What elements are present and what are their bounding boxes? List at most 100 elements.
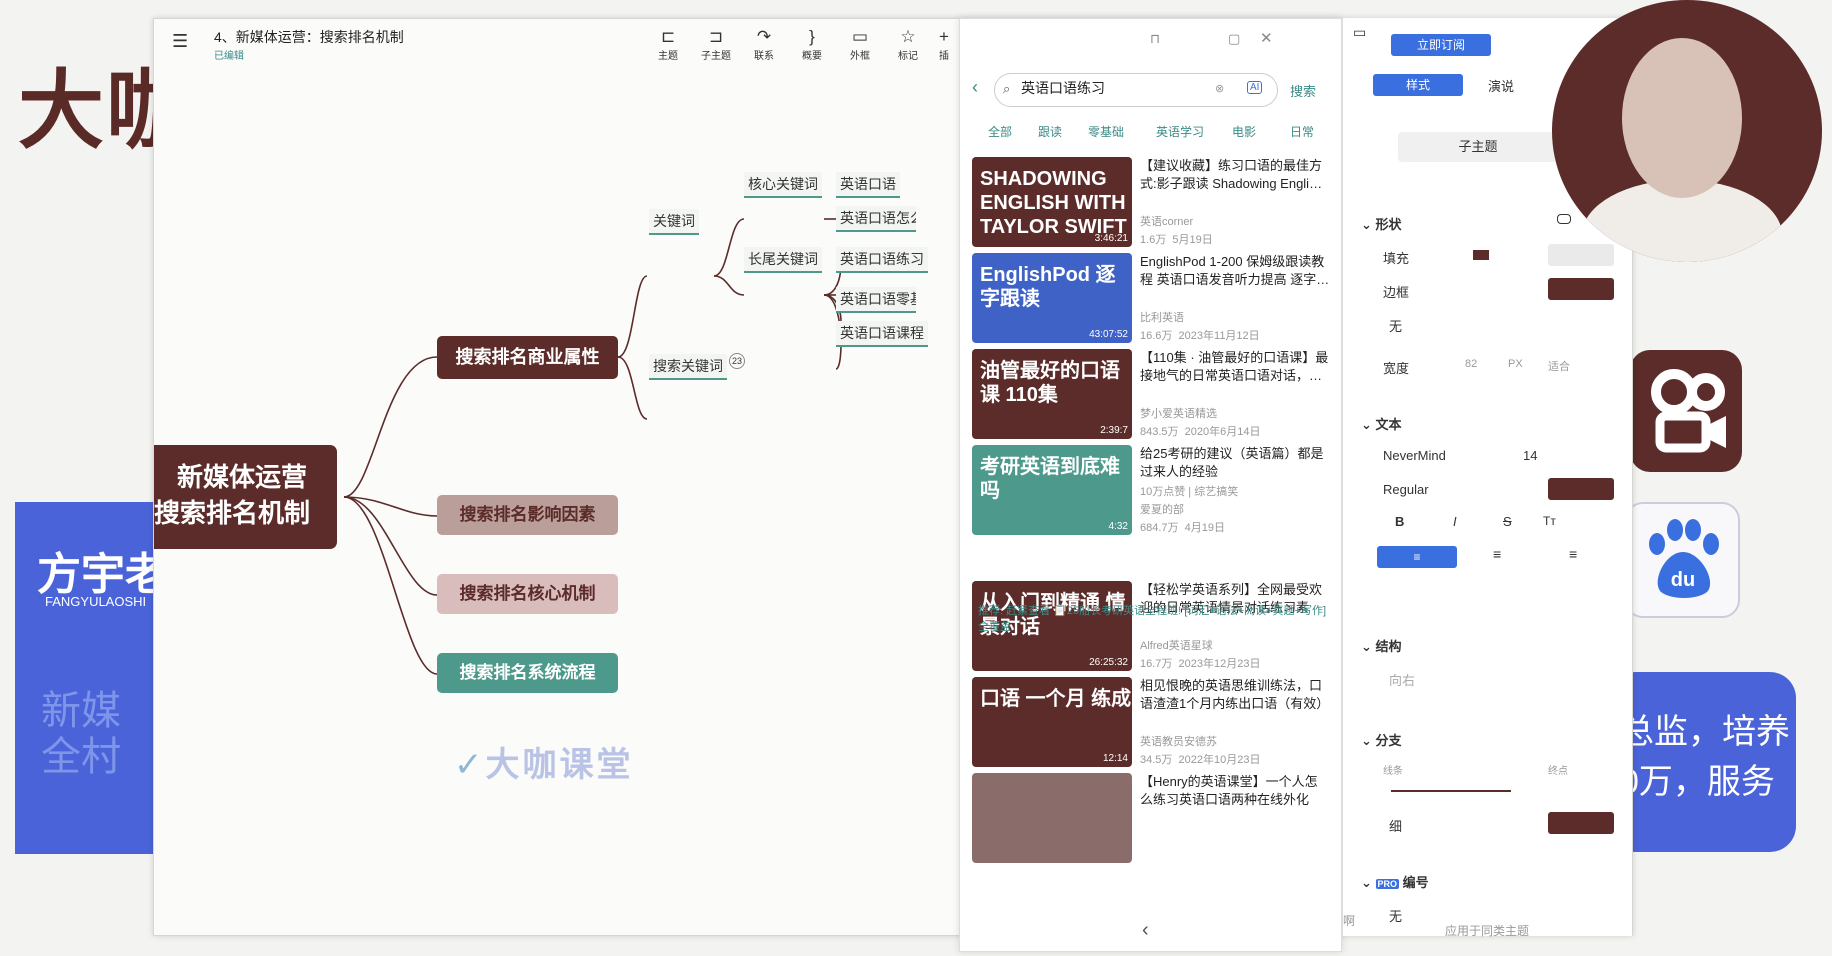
watermark-logo: ✓大咖课堂 [454,746,634,784]
video-duration: 4:32 [1108,521,1128,532]
presenter-face [1622,38,1742,198]
central-topic[interactable]: 新媒体运营 搜索排名机制 [154,445,337,549]
video-title[interactable]: 相见恨晚的英语思维训练法，口语渣渣1个月内练出口语（有效） [1140,677,1330,713]
topic-core-keyword[interactable]: 核心关键词 [744,172,822,198]
section-branch[interactable]: ⌄ 分支 [1361,730,1402,749]
line-label: 线条 [1383,766,1403,777]
category-english-learning[interactable]: 英语学习 [1156,123,1204,140]
video-card[interactable]: 【Henry的英语课堂】一个人怎么练习英语口语两种在线外化时… [972,773,1332,869]
leaf-course[interactable]: 英语口语课程 [836,321,928,347]
topic-keyword[interactable]: 关键词 [649,209,699,235]
video-title[interactable]: 【Henry的英语课堂】一个人怎么练习英语口语两种在线外化时… [1140,773,1330,809]
width-label: 宽度 [1383,361,1410,376]
align-left-icon[interactable]: ≡ [1377,546,1457,568]
video-card[interactable]: 油管最好的口语课 110集 2:39:7 【110集 · 油管最好的口语课】最接地气… [972,349,1332,445]
video-author[interactable]: 比利英语 [1140,309,1184,325]
video-card[interactable]: 口语 一个月 练成 12:14 相见恨晚的英语思维训练法，口语渣渣1个月内练出口语（… [972,677,1332,773]
width-value[interactable]: 82 [1465,358,1477,370]
video-thumbnail[interactable]: 口语 一个月 练成 12:14 [972,677,1132,767]
section-text[interactable]: ⌄ 文本 [1361,414,1402,433]
video-card[interactable]: 考研英语到底难吗 4:32 给25考研的建议（英语篇）都是过来人的经验 10万点赞 |… [972,445,1332,541]
category-daily[interactable]: 日常 [1290,123,1314,140]
apply-similar-button[interactable]: 应用于同类主题 [1445,922,1529,939]
search-input[interactable] [1021,80,1221,96]
font-family-select[interactable]: NeverMind [1383,448,1446,463]
width-fit[interactable]: 适合 [1548,358,1570,374]
clear-icon[interactable]: ⊗ [1215,82,1224,95]
thumbnail-text: 口语 一个月 练成 [980,688,1132,710]
recommend-banner[interactable]: 推荐: 赶紧查看 📋25船长考研英语全程班! [词汇+语法+阅读+真题+写作]全… [978,603,1328,635]
leaf-how-to-practice[interactable]: 英语口语怎么练 [836,206,916,232]
slide-card-name: 方宇老 [37,550,169,599]
border-style-select[interactable]: 无 [1389,316,1402,335]
leaf-practice[interactable]: 英语口语练习 [836,247,928,273]
subscribe-button[interactable]: 立即订阅 [1391,34,1491,56]
text-case-icon[interactable]: Tт [1543,514,1556,528]
bold-icon[interactable]: B [1395,514,1404,529]
strikethrough-icon[interactable]: S [1503,514,1512,529]
branch-factors[interactable]: 搜索排名影响因素 [437,495,618,535]
format-icon[interactable]: ▭ [1353,24,1366,41]
video-thumbnail[interactable]: 考研英语到底难吗 4:32 [972,445,1132,535]
category-movie[interactable]: 电影 [1232,123,1256,140]
line-weight-select[interactable]: 细 [1389,816,1402,835]
pin-icon[interactable]: ⊓ [1150,31,1160,47]
align-center-icon[interactable]: ≡ [1493,546,1501,562]
section-shape[interactable]: ⌄ 形状 [1361,214,1402,233]
video-thumbnail[interactable]: SHADOWING ENGLISH WITH TAYLOR SWIFT 3:46:… [972,157,1132,247]
svg-text:du: du [1671,569,1695,591]
baidu-logo-icon: du [1625,502,1740,618]
align-right-icon[interactable]: ≡ [1569,546,1577,562]
video-thumbnail[interactable]: EnglishPod 逐字跟读 43:07:52 [972,253,1132,343]
category-all[interactable]: 全部 [988,123,1012,140]
border-color-picker[interactable] [1548,278,1614,300]
tab-pitch[interactable]: 演说 [1488,76,1514,95]
leaf-zero-basis[interactable]: 英语口语零基础 [836,287,916,313]
ai-icon[interactable]: AI [1247,81,1263,94]
collapse-panel-icon[interactable]: ‹ [1142,919,1149,942]
fill-color-swatch[interactable] [1473,250,1489,260]
branch-system-flow[interactable]: 搜索排名系统流程 [437,653,618,693]
branch-commercial[interactable]: 搜索排名商业属性 [437,336,618,379]
video-author[interactable]: 英语教员安德苏 [1140,733,1217,749]
numbering-select[interactable]: 无 [1389,906,1402,925]
video-duration: 26:25:32 [1089,657,1128,668]
video-author[interactable]: 梦小爱英语精选 [1140,405,1217,421]
section-structure[interactable]: ⌄ 结构 [1361,636,1402,655]
section-numbering[interactable]: ⌄ PRO 编号 [1361,872,1429,891]
search-box[interactable]: ⌕ ⊗ AI [994,73,1278,107]
video-author[interactable]: Alfred英语星球 [1140,637,1213,653]
tab-style[interactable]: 样式 [1373,74,1463,96]
shape-preview-icon[interactable] [1557,214,1571,224]
category-shadowing[interactable]: 跟读 [1038,123,1062,140]
video-card[interactable]: SHADOWING ENGLISH WITH TAYLOR SWIFT 3:46:… [972,157,1332,253]
video-card[interactable]: EnglishPod 逐字跟读 43:07:52 EnglishPod 1-200 … [972,253,1332,349]
category-beginner[interactable]: 零基础 [1088,123,1124,140]
video-author[interactable]: 英语corner [1140,213,1193,229]
topic-long-tail[interactable]: 长尾关键词 [744,247,822,273]
search-button[interactable]: 搜索 [1290,81,1316,100]
video-title[interactable]: EnglishPod 1-200 保姆级跟读教程 英语口语发音听力提高 逐字… [1140,253,1330,289]
maximize-icon[interactable]: ▢ [1228,31,1240,47]
slide-card-latin: FANGYULAOSHI [45,594,147,609]
video-title[interactable]: 【110集 · 油管最好的口语课】最接地气的日常英语口语对话，… [1140,349,1330,385]
text-color-picker[interactable] [1548,478,1614,500]
collapse-count-badge[interactable]: 23 [729,353,745,369]
video-duration: 3:46:21 [1094,233,1128,244]
leaf-english-speaking[interactable]: 英语口语 [836,172,900,198]
italic-icon[interactable]: I [1453,514,1457,529]
video-title[interactable]: 给25考研的建议（英语篇）都是过来人的经验 [1140,445,1330,481]
topic-search-keyword[interactable]: 搜索关键词 [649,354,727,380]
structure-select[interactable]: 向右 [1389,670,1415,689]
font-size-select[interactable]: 14 [1523,448,1537,463]
back-icon[interactable]: ‹ [972,77,978,98]
font-weight-select[interactable]: Regular [1383,482,1429,497]
branch-core-mechanism[interactable]: 搜索排名核心机制 [437,574,618,614]
video-author[interactable]: 爱夏的部 [1140,501,1184,517]
video-title[interactable]: 【建议收藏】练习口语的最佳方式:影子跟读 Shadowing Engli… [1140,157,1330,193]
line-color-picker[interactable] [1548,812,1614,834]
video-thumbnail[interactable] [972,773,1132,863]
line-style-select[interactable] [1391,790,1511,792]
close-icon[interactable]: ✕ [1260,29,1273,47]
video-thumbnail[interactable]: 油管最好的口语课 110集 2:39:7 [972,349,1132,439]
